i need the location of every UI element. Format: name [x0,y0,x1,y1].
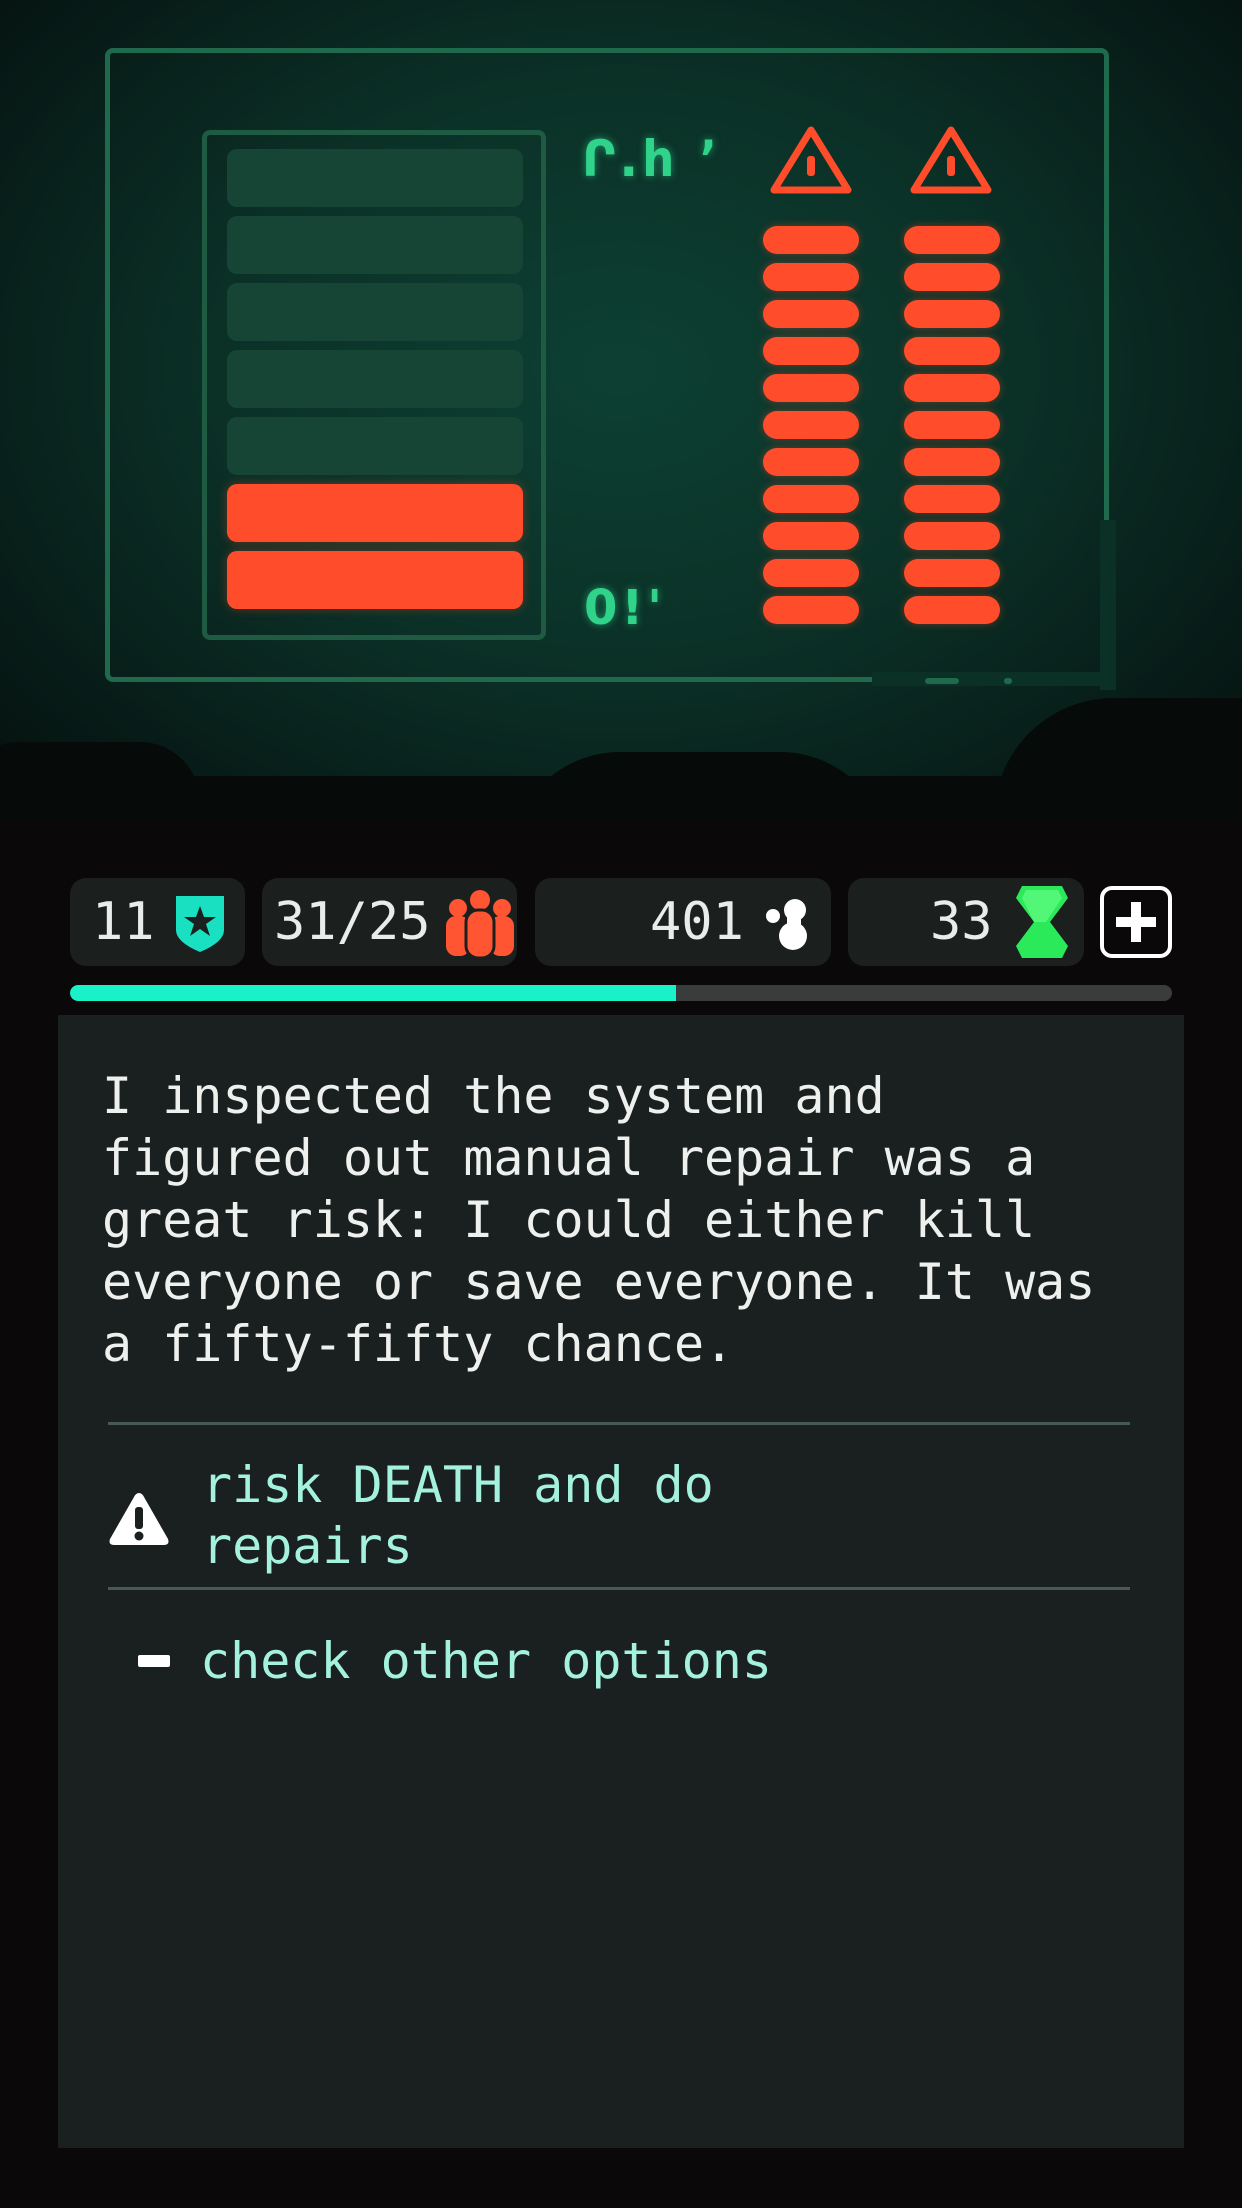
warning-level-segment [904,374,1000,402]
warning-level-segment [904,226,1000,254]
warning-level-segment [904,559,1000,587]
meter-segment-unlit [227,417,523,475]
warning-triangle-icon [910,126,992,194]
choice-label: risk DEATH and do repairs [202,1456,714,1575]
warning-level-segment [763,337,859,365]
warning-icon [109,1493,169,1545]
meter-segment-unlit [227,350,523,408]
crystal-stat: 33 [848,878,1084,966]
warning-level-segment [904,596,1000,624]
scene-illustration: Ր.հ ՚ 0!' [0,0,1242,820]
warning-level-segment [763,226,859,254]
warning-level-segment [904,300,1000,328]
choice-label: check other options [200,1632,772,1690]
warning-level-segment [904,337,1000,365]
progress-bar [70,985,1172,1001]
crew-group-icon [446,890,514,958]
divider [108,1422,1130,1425]
divider [108,1587,1130,1590]
warning-level-segment [904,411,1000,439]
meter-segment-lit [227,551,523,609]
choice-check-options[interactable]: check other options [108,1605,1130,1705]
plus-icon [1116,902,1156,942]
story-panel: I inspected the system and figured out m… [58,1015,1184,2148]
warning-level-segment [904,485,1000,513]
warning-level-segment [763,263,859,291]
crystal-value: 33 [930,892,993,952]
warning-level-segment [763,522,859,550]
warning-level-segment [904,522,1000,550]
warning-level-segment [763,411,859,439]
meter-segment-lit [227,484,523,542]
warning-level-segment [763,448,859,476]
progress-fill [70,985,677,1001]
crew-value: 31/25 [274,892,431,952]
green-crystal-icon [1016,886,1068,958]
story-text: I inspected the system and figured out m… [102,1067,1096,1373]
meter-segment-unlit [227,216,523,274]
blob-icon [766,899,807,950]
choice-risk-death[interactable]: risk DEATH and do repairs [108,1435,1130,1585]
warning-level-segment [904,448,1000,476]
warning-triangle-icon [770,126,852,194]
resource-value: 401 [650,892,744,952]
frame-dash [1004,678,1012,684]
crew-stat: 31/25 [262,878,517,966]
frame-dash [925,678,959,684]
shield-star-icon [176,896,224,952]
warning-level-segment [763,596,859,624]
meter-segment-unlit [227,149,523,207]
add-button[interactable] [1100,886,1172,958]
warning-level-segment [763,300,859,328]
shield-value: 11 [92,892,155,952]
resource-stat: 401 [535,878,831,966]
meter-segment-unlit [227,283,523,341]
warning-level-segment [763,559,859,587]
shield-stat: 11 [70,878,245,966]
dash-icon [138,1655,170,1667]
warning-level-segment [904,263,1000,291]
warning-level-segment [763,485,859,513]
alien-glyphs-bottom: 0!' [584,580,666,636]
warning-level-segment [763,374,859,402]
alien-glyphs-top: Ր.հ ՚ [582,130,721,188]
